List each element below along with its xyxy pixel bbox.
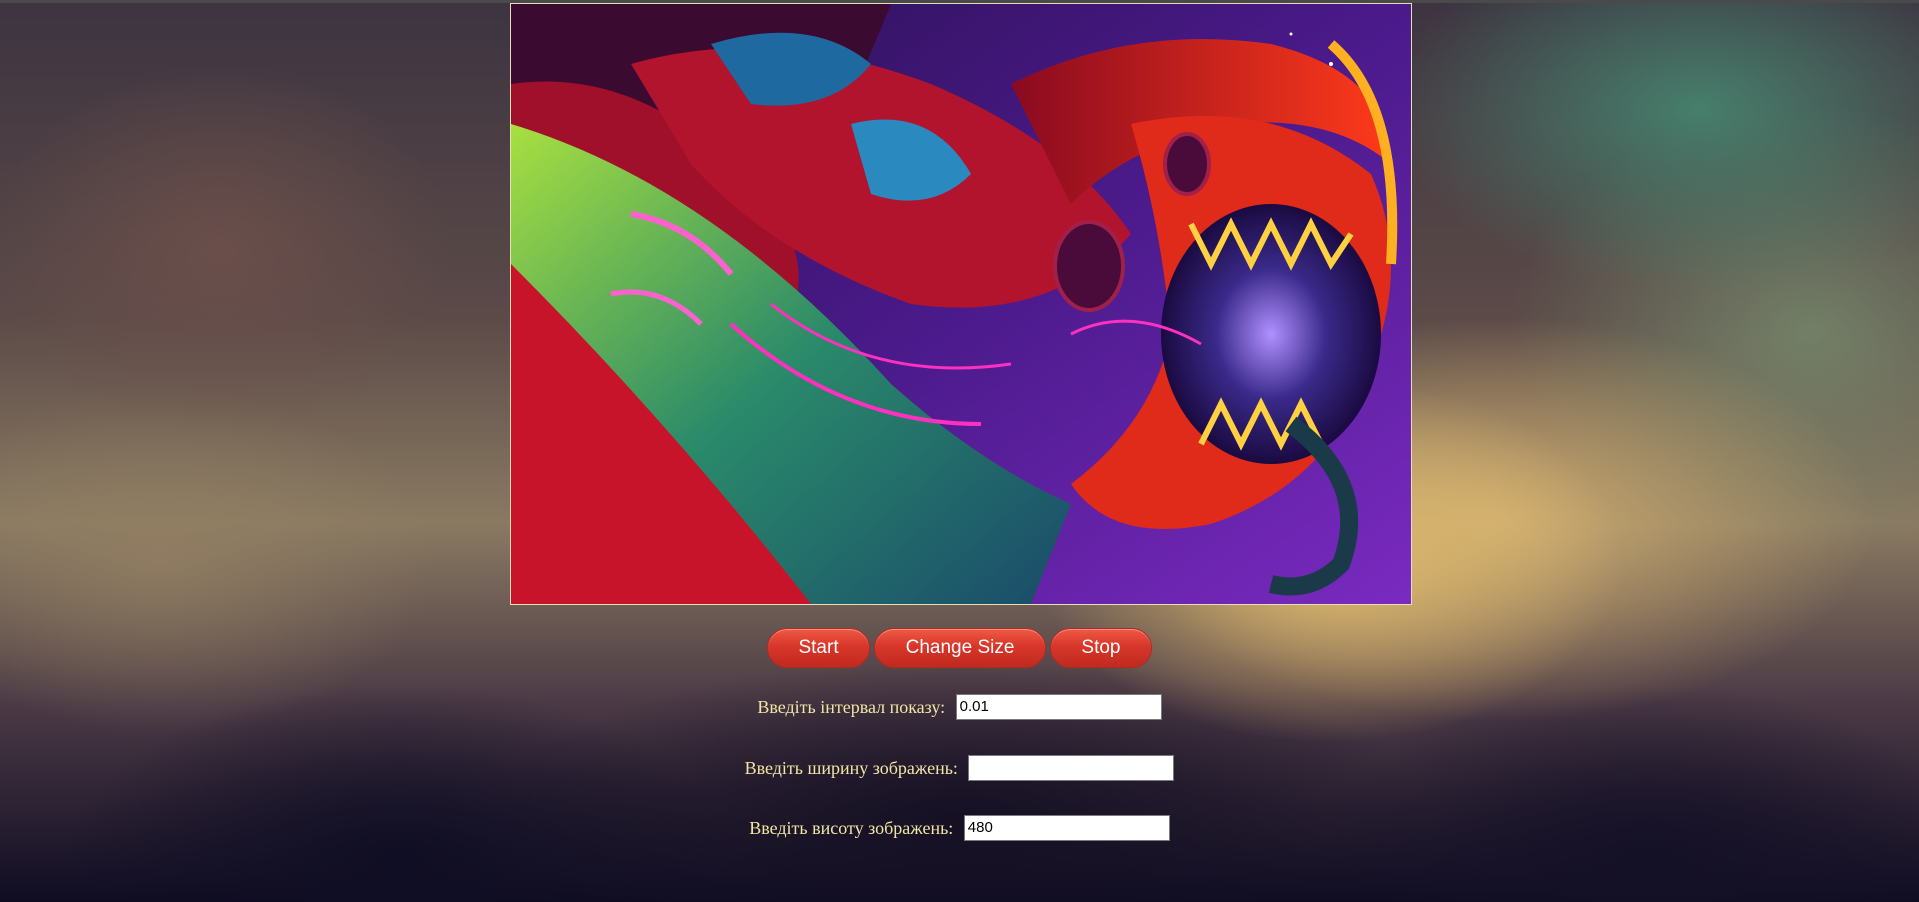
interval-label: Введіть інтервал показу:	[757, 696, 946, 717]
height-input[interactable]	[963, 814, 1170, 841]
stop-button[interactable]: Stop	[1050, 628, 1152, 668]
dragon-artwork	[511, 4, 1411, 604]
width-input[interactable]	[968, 754, 1175, 781]
change-size-button[interactable]: Change Size	[873, 628, 1047, 668]
height-label: Введіть висоту зображень:	[749, 817, 954, 838]
start-button[interactable]: Start	[767, 628, 870, 668]
slideshow-controls: Start Change Size Stop	[0, 628, 1919, 668]
interval-input[interactable]	[955, 693, 1162, 720]
height-row: Введіть висоту зображень:	[0, 813, 1919, 841]
slideshow-image	[510, 3, 1412, 605]
interval-row: Введіть інтервал показу:	[0, 692, 1919, 720]
width-label: Введіть ширину зображень:	[744, 757, 958, 778]
width-row: Введіть ширину зображень:	[0, 753, 1919, 781]
